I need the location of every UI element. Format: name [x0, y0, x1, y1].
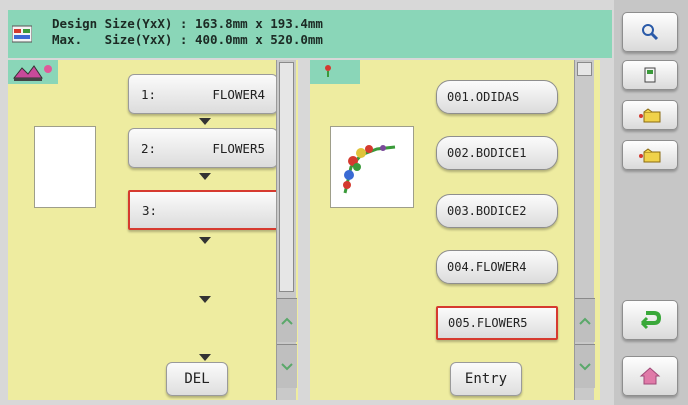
- folder-out-icon: [639, 148, 661, 163]
- design-size-line1: Design Size(YxX) : 163.8mm x 193.4mm: [52, 16, 323, 31]
- flower-icon: [325, 65, 331, 77]
- max-size-line2: Max. Size(YxX) : 400.0mm x 520.0mm: [52, 32, 323, 47]
- chevron-down-icon: [579, 362, 591, 370]
- folder-out-button[interactable]: [622, 140, 678, 170]
- side-toolbar: [614, 0, 688, 405]
- embroidery-combine-screen: Design Size(YxX) : 163.8mm x 193.4mm Max…: [0, 0, 688, 405]
- chevron-up-icon: [579, 317, 591, 325]
- bobbin-icon: [644, 67, 656, 83]
- flower-pattern-image: [343, 145, 396, 194]
- return-icon: [640, 311, 662, 330]
- home-icon: [639, 367, 661, 385]
- combine-item-number: 1:: [141, 86, 157, 102]
- combine-item-2[interactable]: 2: FLOWER5: [128, 128, 278, 168]
- home-button[interactable]: [622, 356, 678, 396]
- combine-tab[interactable]: [8, 60, 58, 84]
- combine-icon: [12, 65, 52, 81]
- combined-design-preview: [34, 126, 96, 208]
- chevron-up-icon: [281, 317, 293, 325]
- return-button[interactable]: [622, 300, 678, 340]
- scroll-up-button[interactable]: [575, 298, 595, 342]
- combine-item-1[interactable]: 1: FLOWER4: [128, 74, 278, 114]
- entry-button[interactable]: Entry: [450, 362, 522, 396]
- combine-list-scrollbar[interactable]: [276, 60, 297, 400]
- scroll-thumb[interactable]: [577, 62, 592, 76]
- pattern-list-panel: 001.ODIDAS 002.BODICE1 003.BODICE2 004.F…: [310, 60, 600, 400]
- down-arrow-icon: [199, 354, 211, 361]
- combine-list-panel: 1: FLOWER4 2: FLOWER5 3: DEL: [8, 60, 298, 400]
- pattern-tab[interactable]: [310, 60, 360, 84]
- pattern-item-5[interactable]: 005.FLOWER5: [436, 306, 558, 340]
- scroll-down-button[interactable]: [575, 344, 595, 388]
- down-arrow-icon: [199, 296, 211, 303]
- combine-item-number: 2:: [141, 140, 157, 156]
- scroll-up-button[interactable]: [277, 298, 297, 342]
- combine-item-name: FLOWER5: [212, 140, 265, 156]
- combine-item-name: FLOWER4: [212, 86, 265, 102]
- design-size-icon: [12, 25, 32, 43]
- pattern-list-scrollbar[interactable]: [574, 60, 595, 400]
- magnifier-icon: [642, 24, 659, 41]
- pattern-item-2[interactable]: 002.BODICE1: [436, 136, 558, 170]
- combine-item-number: 3:: [142, 202, 158, 218]
- design-size-header: Design Size(YxX) : 163.8mm x 193.4mm Max…: [8, 10, 612, 58]
- pattern-item-1[interactable]: 001.ODIDAS: [436, 80, 558, 114]
- down-arrow-icon: [199, 118, 211, 125]
- folder-in-button[interactable]: [622, 100, 678, 130]
- chevron-down-icon: [281, 362, 293, 370]
- pattern-item-4[interactable]: 004.FLOWER4: [436, 250, 558, 284]
- pattern-thumbnail: [330, 126, 414, 208]
- scroll-down-button[interactable]: [277, 344, 297, 388]
- delete-button[interactable]: DEL: [166, 362, 228, 396]
- down-arrow-icon: [199, 237, 211, 244]
- combine-item-3[interactable]: 3:: [128, 190, 278, 230]
- down-arrow-icon: [199, 173, 211, 180]
- scroll-thumb[interactable]: [279, 62, 294, 292]
- zoom-button[interactable]: [622, 12, 678, 52]
- bobbin-button[interactable]: [622, 60, 678, 90]
- folder-in-icon: [639, 108, 661, 123]
- pattern-item-3[interactable]: 003.BODICE2: [436, 194, 558, 228]
